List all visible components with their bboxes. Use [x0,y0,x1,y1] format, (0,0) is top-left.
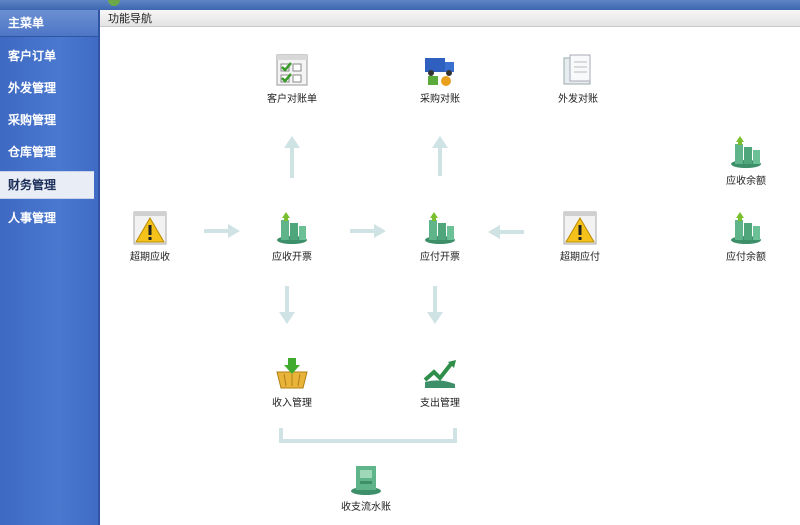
node-label: 应收开票 [272,252,312,263]
node-purchase-reconcile[interactable]: 采购对账 [400,52,480,105]
node-label: 应付余额 [726,252,766,263]
sidebar-item-purchasing[interactable]: 采购管理 [0,107,98,133]
node-receivable-balance[interactable]: 应收余额 [706,134,786,187]
node-customer-statement[interactable]: 客户对账单 [252,52,332,105]
growth-chart-icon [423,360,456,388]
cash-register-icon [351,466,381,495]
title-bar [0,0,800,10]
sidebar-item-hr[interactable]: 人事管理 [0,205,98,231]
node-payable-invoice[interactable]: 应付开票 [400,210,480,263]
node-cash-journal[interactable]: 收支流水账 [326,460,406,513]
app-logo-icon [108,0,120,6]
breadcrumb: 功能导航 [100,10,800,27]
node-label: 外发对账 [558,94,598,105]
node-label: 收支流水账 [341,502,391,513]
node-overdue-receivable[interactable]: 超期应收 [110,210,190,263]
delivery-truck-icon [425,58,454,86]
warning-icon [563,211,597,245]
node-label: 客户对账单 [267,94,317,105]
sidebar-item-warehouse[interactable]: 仓库管理 [0,139,98,165]
node-label: 采购对账 [420,94,460,105]
basket-download-icon [276,358,308,389]
node-payable-balance[interactable]: 应付余额 [706,210,786,263]
node-label: 收入管理 [272,398,312,409]
money-stack-icon [277,212,307,244]
sidebar-item-finance[interactable]: 财务管理 [0,171,94,199]
sidebar-item-customer-orders[interactable]: 客户订单 [0,43,98,69]
documents-folder-icon [563,54,591,85]
node-label: 超期应付 [560,252,600,263]
node-overdue-payable[interactable]: 超期应付 [540,210,620,263]
money-stack-icon [425,212,455,244]
node-label: 支出管理 [420,398,460,409]
node-receivable-invoice[interactable]: 应收开票 [252,210,332,263]
node-outsource-reconcile[interactable]: 外发对账 [538,52,618,105]
sidebar: 主菜单 客户订单 外发管理 采购管理 仓库管理 财务管理 人事管理 [0,10,100,525]
function-navigation-panel: 客户对账单 采购对账 外发对账 应收余额 超期应收 应收开票 应付开票 超期应付… [100,28,800,525]
node-label: 超期应收 [130,252,170,263]
sidebar-header: 主菜单 [0,10,98,37]
sidebar-item-outsourcing[interactable]: 外发管理 [0,75,98,101]
node-label: 应收余额 [726,176,766,187]
checklist-icon [276,54,308,86]
warning-icon [133,211,167,245]
node-label: 应付开票 [420,252,460,263]
node-expense-management[interactable]: 支出管理 [400,356,480,409]
money-stack-icon [731,212,761,244]
money-stack-icon [731,136,761,168]
node-income-management[interactable]: 收入管理 [252,356,332,409]
